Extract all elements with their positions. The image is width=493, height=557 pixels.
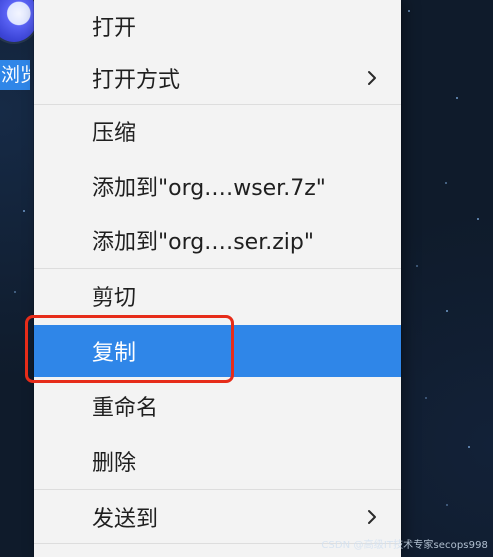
menu-item-label: 复制 [92,341,137,366]
menu-item-label: 添加到"org.…ser.zip" [92,230,314,255]
menu-item-copy[interactable]: 复制 [34,325,401,377]
chevron-right-icon [363,508,381,526]
menu-item-label: 发送到 [92,507,159,532]
star-decoration [425,397,427,399]
menu-item-add-zip[interactable]: 添加到"org.…ser.zip" [34,214,401,266]
star-decoration [446,310,448,312]
star-decoration [23,210,25,212]
menu-item-label: 添加到"org.…wser.7z" [92,176,326,201]
watermark-text: CSDN @高级IT技术专家secops998 [321,540,488,551]
star-decoration [477,218,479,220]
menu-item-open-with[interactable]: 打开方式 [34,52,401,104]
chevron-right-icon [363,69,381,87]
menu-item-cut[interactable]: 剪切 [34,270,401,322]
star-decoration [14,291,16,293]
menu-separator [34,489,401,490]
menu-item-delete[interactable]: 删除 [34,435,401,487]
star-decoration [446,504,448,506]
menu-item-open[interactable]: 打开 [34,0,401,52]
menu-item-rename[interactable]: 重命名 [34,380,401,432]
menu-item-compress[interactable]: 压缩 [34,105,401,157]
menu-separator [34,268,401,269]
menu-item-label: 剪切 [92,286,137,311]
desktop-app-label[interactable]: 浏览 [0,60,30,90]
menu-item-label: 压缩 [92,121,137,146]
menu-item-label: 打开方式 [92,68,181,93]
star-decoration [456,97,458,99]
star-decoration [408,10,410,12]
menu-item-label: 打开 [92,16,137,41]
star-decoration [445,182,447,184]
context-menu: 打开 打开方式 压缩 添加到"org.…wser.7z" 添加到"org.…se… [34,0,401,557]
menu-item-label: 重命名 [92,396,159,421]
browser-app-icon[interactable] [0,0,38,42]
star-decoration [416,265,418,267]
menu-item-add-7z[interactable]: 添加到"org.…wser.7z" [34,160,401,212]
menu-item-label: 删除 [92,451,137,476]
star-decoration [468,446,470,448]
